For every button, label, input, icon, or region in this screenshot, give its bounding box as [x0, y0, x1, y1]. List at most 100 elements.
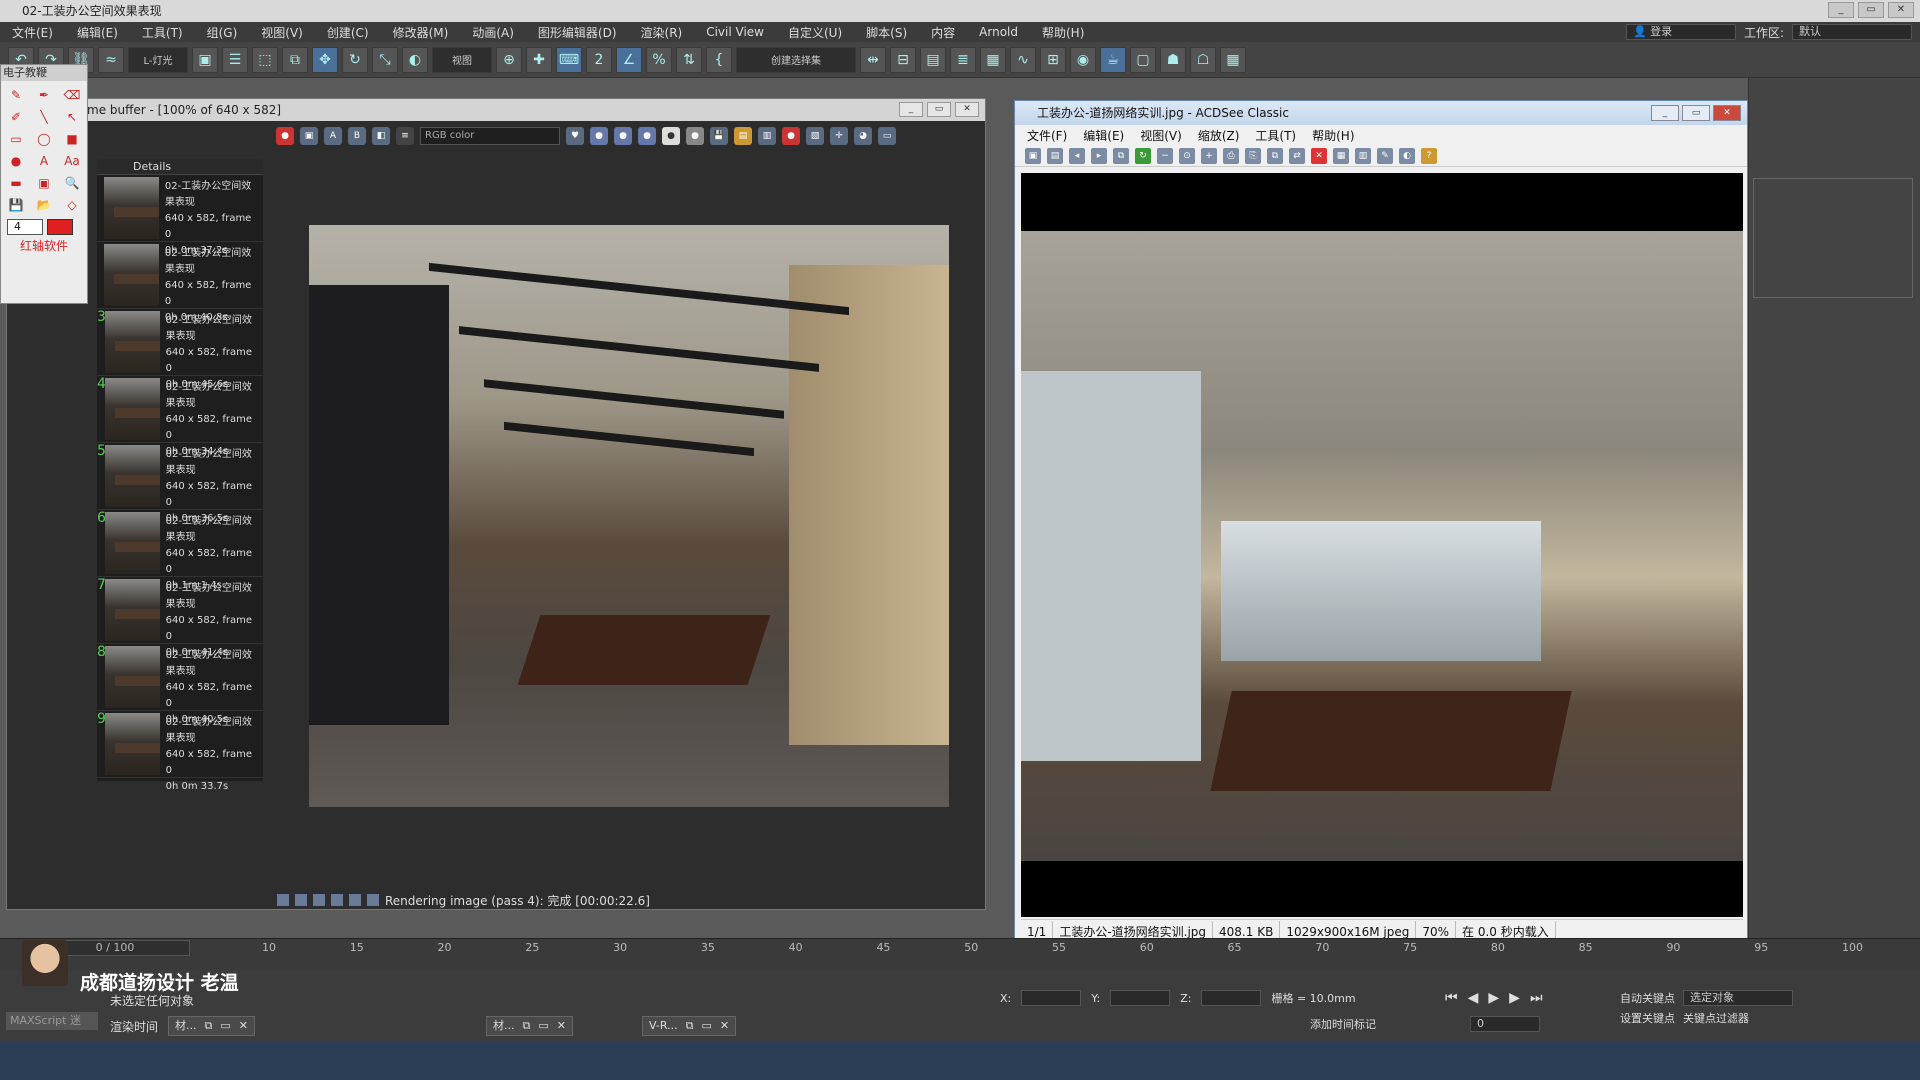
- brush-icon[interactable]: ✐: [5, 107, 27, 127]
- login-dropdown[interactable]: 👤 登录: [1625, 24, 1736, 40]
- annotation-palette[interactable]: 电子教鞭 ✎ ✒ ⌫ ✐ ╲ ↖ ▭ ◯ ■ ● A Aa ▬ ▣ 🔍 💾 📂 …: [0, 64, 88, 304]
- auto-key-button[interactable]: 自动关键点: [1620, 990, 1675, 1006]
- menu-modifiers[interactable]: 修改器(M): [381, 24, 461, 41]
- bold-overlay-icon[interactable]: B: [348, 127, 366, 145]
- menu-views[interactable]: 视图(V): [249, 24, 315, 41]
- layer-explorer-icon[interactable]: ≣: [950, 46, 976, 73]
- alpha-channel-icon[interactable]: ●: [662, 127, 680, 145]
- menu-file[interactable]: 文件(E): [0, 24, 65, 41]
- percent-snap-icon[interactable]: %: [646, 46, 672, 73]
- history-item[interactable]: 7 02-工装办公空间效果表现 640 x 582, frame 0 0h 0m 41…: [97, 577, 263, 658]
- schematic-view-icon[interactable]: ⊞: [1040, 46, 1066, 73]
- history-item[interactable]: 3 02-工装办公空间效果表现 640 x 582, frame 0 0h 0m 45…: [97, 309, 263, 390]
- set-key-button[interactable]: 设置关键点: [1620, 1010, 1675, 1026]
- history-item[interactable]: 5 02-工装办公空间效果表现 640 x 582, frame 0 0h 0m 36…: [97, 443, 263, 524]
- maximize-icon[interactable]: ▭: [220, 1017, 230, 1035]
- zoom-fit-icon[interactable]: ⊙: [1179, 147, 1195, 164]
- text-overlay-icon[interactable]: A: [324, 127, 342, 145]
- timeline[interactable]: 10 15 20 25 30 35 40 45 50 55 60 65 70 75 80 85 90 95 100: [0, 938, 1920, 970]
- x-field[interactable]: [1021, 990, 1082, 1006]
- fb-minimize-button[interactable]: _: [899, 102, 923, 117]
- menu-graph-editors[interactable]: 图形编辑器(D): [526, 24, 629, 41]
- acdsee-window[interactable]: 工装办公-道扬网络实训.jpg - ACDSee Classic _ ▭ ✕ 文…: [1014, 100, 1748, 948]
- curve-editor-icon[interactable]: ∿: [1010, 46, 1036, 73]
- bind-spacewarp-icon[interactable]: ≈: [98, 46, 124, 73]
- keyboard-shortcut-icon[interactable]: ⌨: [556, 46, 582, 73]
- wallpaper-icon[interactable]: ▥: [1355, 147, 1371, 164]
- history-item[interactable]: 8 02-工装办公空间效果表现 640 x 582, frame 0 0h 0m 40…: [97, 644, 263, 725]
- play-icon[interactable]: ▶: [1488, 990, 1499, 1006]
- acd-menu-help[interactable]: 帮助(H): [1312, 127, 1354, 144]
- render-history-panel[interactable]: Details 02-工装办公空间效果表现 640 x 582, frame 0 0…: [97, 159, 263, 792]
- acd-menu-file[interactable]: 文件(F): [1027, 127, 1067, 144]
- slideshow-icon[interactable]: ◐: [1399, 147, 1415, 164]
- timeline-ruler[interactable]: 10 15 20 25 30 35 40 45 50 55 60 65 70 75 80 85 90 95 100: [262, 941, 1882, 969]
- history-item[interactable]: 02-工装办公空间效果表现 640 x 582, frame 0 0h 0m 40.…: [97, 242, 263, 323]
- close-icon[interactable]: ✕: [239, 1017, 248, 1035]
- open-folder-icon[interactable]: ▤: [734, 127, 752, 145]
- history-item[interactable]: 4 02-工装办公空间效果表现 640 x 582, frame 0 0h 0m 34…: [97, 376, 263, 457]
- render-settings-icon[interactable]: ▭: [878, 127, 896, 145]
- bar-icon[interactable]: ▬: [5, 173, 27, 193]
- red-channel-icon[interactable]: ●: [590, 127, 608, 145]
- copy-icon[interactable]: ⧉: [1113, 147, 1129, 164]
- eraser-icon[interactable]: ⌫: [61, 85, 83, 105]
- key-target-dropdown[interactable]: 选定对象: [1683, 990, 1793, 1006]
- arrow-icon[interactable]: ↖: [61, 107, 83, 127]
- window-crossing-icon[interactable]: ⧉: [282, 46, 308, 73]
- rectangle-icon[interactable]: ▭: [5, 129, 27, 149]
- menu-civil-view[interactable]: Civil View: [694, 25, 776, 39]
- menu-icon[interactable]: ≡: [396, 127, 414, 145]
- task-chip-vray[interactable]: V-R... ⧉ ▭ ✕: [642, 1016, 737, 1036]
- render-grid-icon[interactable]: ▦: [1220, 46, 1246, 73]
- y-field[interactable]: [1110, 990, 1171, 1006]
- clear-icon[interactable]: ◇: [61, 195, 83, 215]
- goto-end-icon[interactable]: ⏭: [1530, 990, 1543, 1006]
- line-icon[interactable]: ╲: [33, 107, 55, 127]
- move-to-icon[interactable]: ⇄: [1289, 147, 1305, 164]
- manipulate-icon[interactable]: ✚: [526, 46, 552, 73]
- select-by-name-icon[interactable]: ☰: [222, 46, 248, 73]
- maxscript-listener[interactable]: MAXScript 迷: [6, 1012, 98, 1030]
- command-panel[interactable]: [1748, 78, 1920, 938]
- acd-close-button[interactable]: ✕: [1713, 105, 1741, 121]
- task-chip-material-1[interactable]: 材... ⧉ ▭ ✕: [168, 1016, 255, 1036]
- next-frame-icon[interactable]: ▶: [1509, 990, 1520, 1006]
- clear-icon[interactable]: ●: [276, 127, 294, 145]
- spinner-snap-icon[interactable]: ⇅: [676, 46, 702, 73]
- print-icon[interactable]: ⎙: [1223, 147, 1239, 164]
- named-selection-dropdown[interactable]: 创建选择集: [736, 46, 856, 73]
- screen-icon[interactable]: ▣: [33, 173, 55, 193]
- render-icon[interactable]: ◕: [854, 127, 872, 145]
- delete-icon[interactable]: ✕: [1311, 147, 1327, 164]
- history-item[interactable]: 9 02-工装办公空间效果表现 640 x 582, frame 0 0h 0m 33…: [97, 711, 263, 792]
- save-image-icon[interactable]: ▣: [300, 127, 318, 145]
- mono-icon[interactable]: ●: [686, 127, 704, 145]
- reference-coord-dropdown[interactable]: 视图: [432, 46, 492, 73]
- layers-icon[interactable]: ◧: [372, 127, 390, 145]
- zoom-icon[interactable]: 🔍: [61, 173, 83, 193]
- zoom-in-icon[interactable]: +: [1201, 147, 1217, 164]
- menu-arnold[interactable]: Arnold: [967, 25, 1030, 39]
- close-button[interactable]: ✕: [1888, 2, 1914, 18]
- fb-close-button[interactable]: ✕: [955, 102, 979, 117]
- acd-menu-view[interactable]: 视图(V): [1140, 127, 1182, 144]
- selection-filter-dropdown[interactable]: L-灯光: [128, 46, 188, 73]
- restore-button[interactable]: ▭: [1858, 2, 1884, 18]
- menu-animation[interactable]: 动画(A): [460, 24, 526, 41]
- move-icon[interactable]: ✥: [312, 46, 338, 73]
- select-object-icon[interactable]: ▣: [192, 46, 218, 73]
- goto-start-icon[interactable]: ⏮: [1445, 990, 1458, 1006]
- open-icon[interactable]: 📂: [33, 195, 55, 215]
- fb-maximize-button[interactable]: ▭: [927, 102, 951, 117]
- acd-menu-zoom[interactable]: 缩放(Z): [1198, 127, 1240, 144]
- help-icon[interactable]: ?: [1421, 147, 1437, 164]
- properties-icon[interactable]: ▦: [1333, 147, 1349, 164]
- acd-minimize-button[interactable]: _: [1651, 105, 1679, 121]
- acd-menu-tools[interactable]: 工具(T): [1255, 127, 1296, 144]
- menu-group[interactable]: 组(G): [195, 24, 250, 41]
- rotate-icon[interactable]: ↻: [1135, 147, 1151, 164]
- minimize-button[interactable]: _: [1828, 2, 1854, 18]
- align-icon[interactable]: ⊟: [890, 46, 916, 73]
- marker-icon[interactable]: ✒: [33, 85, 55, 105]
